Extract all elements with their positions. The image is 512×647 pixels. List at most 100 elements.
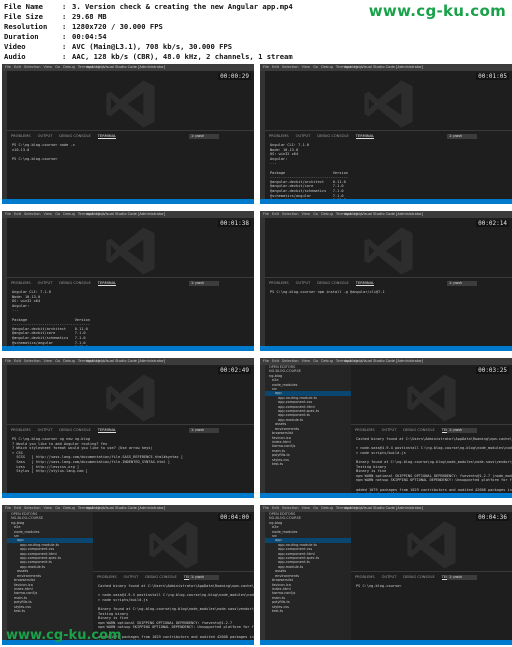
menu-item: Debug: [63, 212, 75, 216]
panel-tab[interactable]: DEBUG CONSOLE: [317, 281, 348, 285]
terminal-select[interactable]: 1: pwsh: [447, 281, 477, 286]
media-info-header: File Name:3. Version check & creating th…: [0, 0, 512, 61]
vscode-logo-icon: [363, 227, 413, 275]
explorer-item[interactable]: test.ts: [265, 462, 351, 466]
menu-item: Debug: [321, 506, 333, 510]
panel-tab[interactable]: OUTPUT: [38, 281, 53, 285]
terminal-panel: PROBLEMSOUTPUTDEBUG CONSOLETERMINAL1: pw…: [351, 424, 512, 496]
panel-tabs: PROBLEMSOUTPUTDEBUG CONSOLETERMINAL1: pw…: [355, 574, 508, 581]
panel-tabs: PROBLEMSOUTPUTDEBUG CONSOLETERMINAL1: pw…: [355, 427, 508, 434]
panel-tab[interactable]: TERMINAL: [355, 134, 375, 139]
terminal-select[interactable]: 1: pwsh: [189, 428, 219, 433]
panel-tabs: PROBLEMS OUTPUT DEBUG CONSOLE TERMINAL 1: pw…: [11, 133, 250, 140]
terminal-output[interactable]: PS C:\ng-blog-course>: [356, 584, 507, 589]
panel-tab[interactable]: DEBUG CONSOLE: [59, 134, 90, 138]
duration-row: Duration:00:04:54: [4, 32, 107, 41]
terminal-output[interactable]: Angular CLI: 7.1.0 Node: 10.13.0 OS: win…: [270, 143, 507, 204]
status-bar: [260, 346, 512, 351]
window-title: ng-blog - Visual Studio Code [Administra…: [344, 65, 424, 69]
terminal-output[interactable]: PS C:\ng-blog-course> ng new ng-blog ? W…: [12, 437, 249, 474]
explorer-sidebar: OPEN EDITORS NG-BLOG-COURSE ng-blog e2e node…: [265, 365, 351, 493]
panel-tab[interactable]: OUTPUT: [296, 281, 311, 285]
panel-tab[interactable]: DEBUG CONSOLE: [59, 281, 90, 285]
panel-tab[interactable]: DEBUG CONSOLE: [317, 134, 348, 138]
panel-tab[interactable]: DEBUG CONSOLE: [145, 575, 176, 579]
terminal-select[interactable]: 1: pwsh: [447, 428, 477, 433]
panel-tab[interactable]: OUTPUT: [124, 575, 139, 579]
explorer-item[interactable]: test.ts: [7, 609, 93, 613]
terminal-output[interactable]: PS C:\ng-blog-course> npm install -g @an…: [270, 290, 507, 295]
panel-tab[interactable]: PROBLEMS: [269, 134, 289, 138]
vscode-titlebar: File Edit Selection View Go Debug Terminal Help…: [260, 505, 512, 512]
panel-tab[interactable]: PROBLEMS: [355, 428, 375, 432]
resolution-row: Resolution:1280x720 / 30.000 FPS: [4, 22, 163, 31]
panel-tab[interactable]: OUTPUT: [382, 428, 397, 432]
menu-item: Edit: [14, 506, 21, 510]
resolution-key: Resolution: [4, 22, 48, 31]
menu-item: Edit: [14, 212, 21, 216]
panel-tab[interactable]: TERMINAL: [97, 281, 117, 286]
terminal-select[interactable]: 1: pwsh: [189, 575, 219, 580]
panel-tab[interactable]: PROBLEMS: [11, 134, 31, 138]
panel-tab[interactable]: PROBLEMS: [355, 575, 375, 579]
terminal-output[interactable]: PS C:\ng-blog-course> node -v v10.13.0 P…: [12, 143, 249, 161]
video-thumbnail: File Edit Selection View Go Debug Terminal Help…: [260, 64, 512, 204]
panel-tab[interactable]: TERMINAL: [97, 428, 117, 433]
panel-tab[interactable]: DEBUG CONSOLE: [403, 428, 434, 432]
menu-item: Selection: [281, 212, 299, 216]
panel-tab[interactable]: DEBUG CONSOLE: [59, 428, 90, 432]
vscode-logo-icon: [105, 227, 155, 275]
file-name-key: File Name: [4, 2, 43, 11]
menu-item: File: [263, 65, 270, 69]
file-size-key: File Size: [4, 12, 43, 21]
menu-item: Edit: [272, 506, 279, 510]
menu-item: Edit: [272, 359, 279, 363]
menu-item: File: [5, 506, 12, 510]
status-bar: [2, 199, 254, 204]
video-thumbnail: File Edit Selection View Go Debug Terminal Help…: [260, 505, 512, 645]
panel-tab[interactable]: DEBUG CONSOLE: [403, 575, 434, 579]
window-title: ng-blog - Visual Studio Code [Administra…: [86, 65, 166, 69]
panel-tab[interactable]: OUTPUT: [38, 428, 53, 432]
resolution-value: 1280x720 / 30.000 FPS: [72, 22, 163, 31]
menu-item: View: [43, 65, 53, 69]
window-title: ng-blog - Visual Studio Code [Administra…: [86, 212, 166, 216]
panel-tab[interactable]: OUTPUT: [382, 575, 397, 579]
menu-item: Go: [55, 506, 61, 510]
explorer-item[interactable]: test.ts: [265, 609, 351, 613]
terminal-select[interactable]: 1: pwsh: [447, 575, 477, 580]
menu-item: View: [301, 65, 311, 69]
terminal-select[interactable]: 1: pwsh: [447, 134, 477, 139]
vscode-titlebar: File Edit Selection View Go Debug Terminal Help…: [2, 358, 254, 365]
terminal-select[interactable]: 1: pwsh: [189, 134, 219, 139]
video-thumbnail: File Edit Selection View Go Debug Terminal Help…: [2, 505, 254, 645]
vscode-logo-icon: [406, 374, 456, 422]
panel-tab[interactable]: OUTPUT: [296, 134, 311, 138]
menu-item: Go: [55, 65, 61, 69]
terminal-output[interactable]: Angular CLI: 7.1.0 Node: 10.13.0 OS: win…: [12, 290, 249, 351]
video-thumbnail: File Edit Selection View Go Debug Terminal Help…: [260, 211, 512, 351]
panel-tab[interactable]: TERMINAL: [355, 281, 375, 286]
menu-item: Edit: [14, 359, 21, 363]
vscode-titlebar: File Edit Selection View Go Debug Terminal Help…: [2, 211, 254, 218]
terminal-output[interactable]: Cached binary found at C:\Users\Administ…: [356, 437, 512, 498]
vscode-logo-icon: [406, 521, 456, 569]
panel-tab[interactable]: PROBLEMS: [11, 281, 31, 285]
panel-tab[interactable]: PROBLEMS: [97, 575, 117, 579]
menu-item: View: [43, 506, 53, 510]
thumbnail-grid: File Edit Selection View Go Debug Terminal Help…: [0, 60, 512, 647]
vscode-titlebar: File Edit Selection View Go Debug Terminal Help…: [260, 358, 512, 365]
terminal-panel: PROBLEMS OUTPUT DEBUG CONSOLE TERMINAL 1: pw…: [265, 130, 512, 204]
panel-tab[interactable]: PROBLEMS: [11, 428, 31, 432]
window-title: ng-blog - Visual Studio Code [Administra…: [344, 506, 424, 510]
panel-tab[interactable]: OUTPUT: [38, 134, 53, 138]
terminal-select[interactable]: 1: pwsh: [189, 281, 219, 286]
menu-item: Go: [313, 212, 319, 216]
timestamp: 00:03:25: [476, 367, 509, 374]
vscode-titlebar: File Edit Selection View Go Debug Terminal Help…: [2, 505, 254, 512]
panel-tab[interactable]: TERMINAL: [97, 134, 117, 139]
terminal-panel: PROBLEMS OUTPUT DEBUG CONSOLE TERMINAL 1: pw…: [7, 130, 254, 199]
panel-tab[interactable]: PROBLEMS: [269, 281, 289, 285]
vscode-logo-icon: [148, 521, 198, 569]
menu-item: Go: [313, 65, 319, 69]
